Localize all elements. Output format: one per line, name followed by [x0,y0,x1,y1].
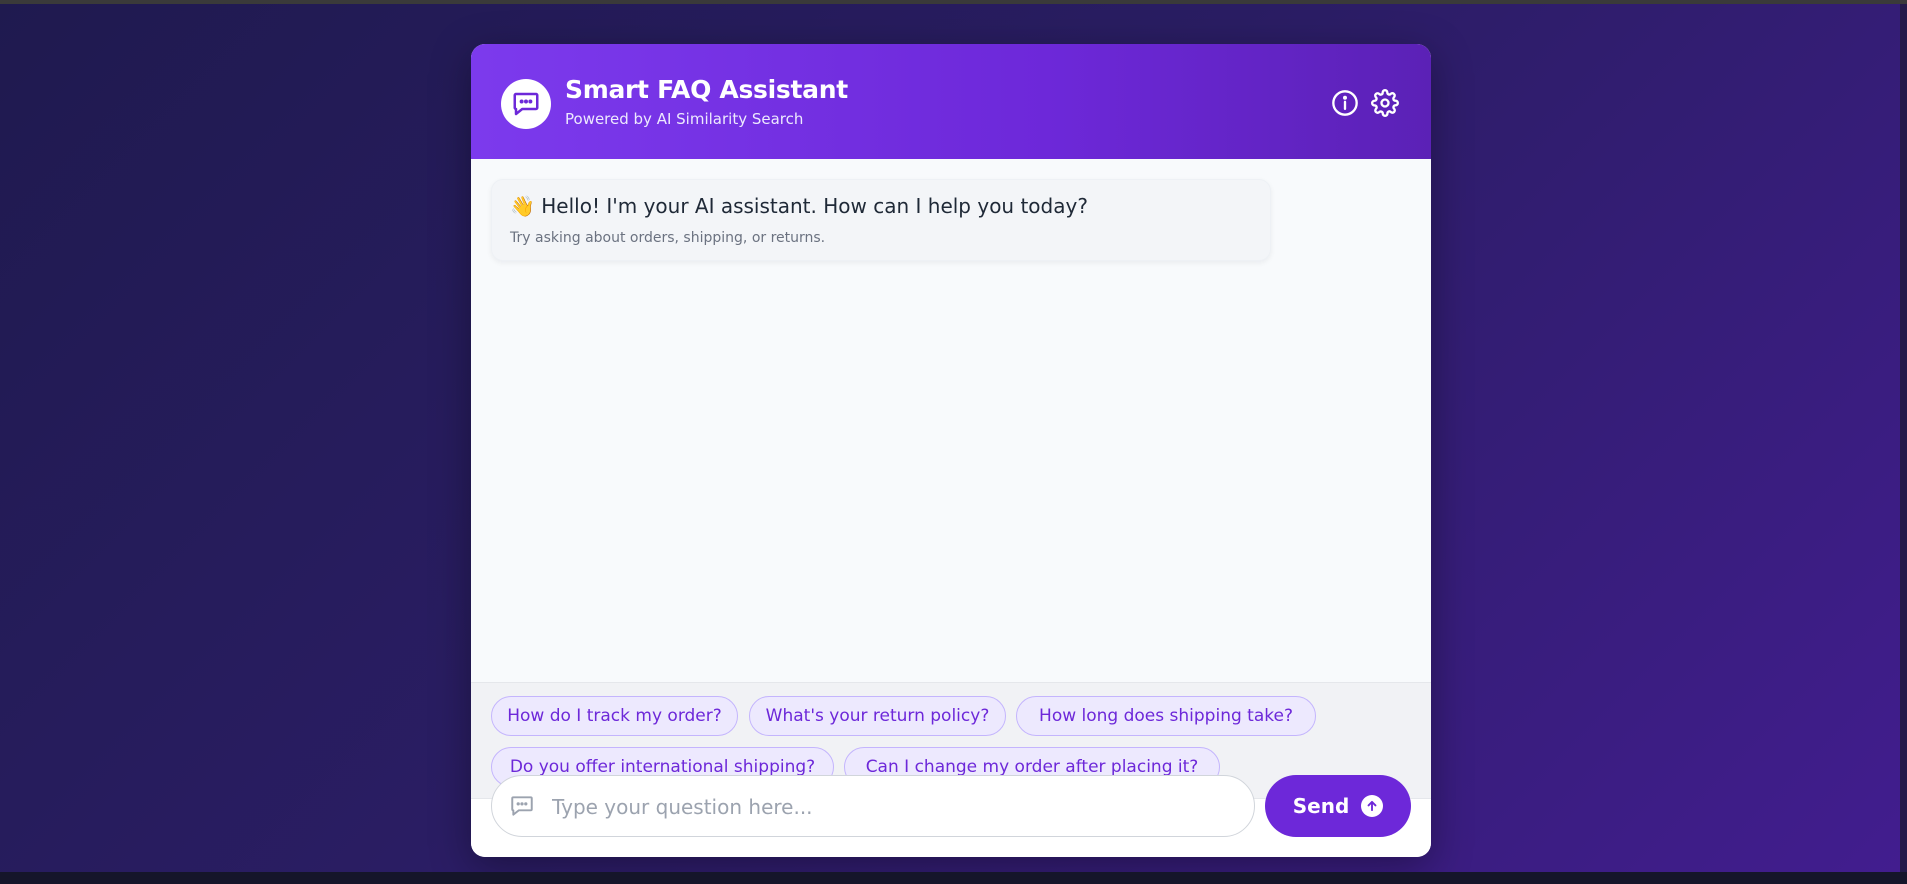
welcome-text: 👋 Hello! I'm your AI assistant. How can … [510,194,1088,218]
taskbar [0,872,1907,884]
question-input-wrapper[interactable] [491,775,1255,837]
welcome-message: 👋 Hello! I'm your AI assistant. How can … [491,179,1271,261]
chat-window: Smart FAQ Assistant Powered by AI Simila… [471,44,1431,857]
message-list[interactable]: 👋 Hello! I'm your AI assistant. How can … [471,159,1431,682]
chat-bubble-icon [501,79,551,129]
composer-controls: Send [471,774,1431,838]
window-scroll-edge [1900,4,1907,872]
chat-header: Smart FAQ Assistant Powered by AI Simila… [471,44,1431,159]
chat-bubble-icon [511,796,533,816]
send-button[interactable]: Send [1265,775,1411,837]
welcome-message-text: Hello! I'm your AI assistant. How can I … [541,194,1088,218]
welcome-hint: Try asking about orders, shipping, or re… [510,230,826,246]
arrow-up-circle-icon [1361,795,1384,817]
info-icon [1332,90,1358,116]
window-top-bar [0,0,1907,4]
gear-icon [1371,89,1399,117]
app-title: Smart FAQ Assistant [565,75,848,104]
settings-button[interactable] [1369,87,1401,119]
question-input[interactable] [550,786,1234,828]
suggestion-chip[interactable]: How long does shipping take? [1016,696,1316,736]
info-button[interactable] [1329,87,1361,119]
send-label: Send [1292,794,1350,818]
waving-hand-emoji: 👋 [510,194,535,218]
suggestion-chip[interactable]: What's your return policy? [749,696,1006,736]
suggestion-chip[interactable]: How do I track my order? [491,696,738,736]
app-subtitle: Powered by AI Similarity Search [565,110,804,128]
